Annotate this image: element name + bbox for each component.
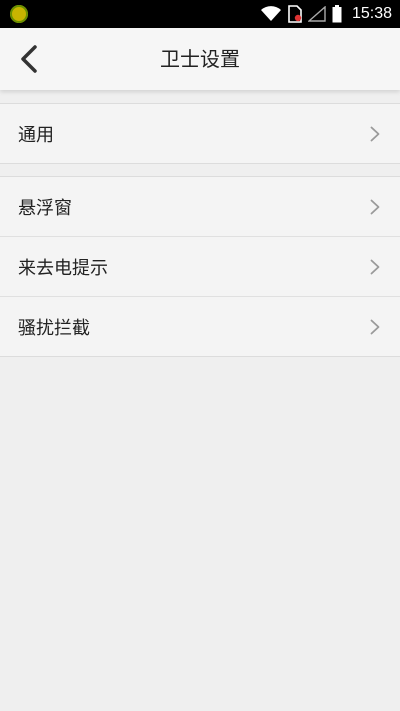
status-bar: 15:38 [0, 0, 400, 28]
sim-icon [288, 5, 302, 23]
settings-group-features: 悬浮窗 来去电提示 骚扰拦截 [0, 176, 400, 357]
chevron-right-icon [370, 199, 380, 214]
settings-item-harassment-block[interactable]: 骚扰拦截 [0, 296, 400, 356]
app-header: 卫士设置 [0, 28, 400, 90]
chevron-right-icon [370, 319, 380, 334]
signal-icon [307, 6, 326, 22]
settings-item-general[interactable]: 通用 [0, 104, 400, 163]
wifi-icon [260, 6, 281, 21]
app-notification-icon [10, 5, 28, 23]
page-title: 卫士设置 [160, 47, 240, 71]
settings-item-floating-window[interactable]: 悬浮窗 [0, 177, 400, 236]
settings-item-call-notification[interactable]: 来去电提示 [0, 236, 400, 296]
settings-item-label: 通用 [18, 124, 54, 146]
settings-group-general: 通用 [0, 103, 400, 164]
chevron-right-icon [370, 126, 380, 141]
settings-item-label: 来去电提示 [18, 257, 108, 279]
status-icons: 15:38 [260, 0, 392, 28]
settings-item-label: 悬浮窗 [18, 197, 72, 219]
chevron-right-icon [370, 259, 380, 274]
settings-item-label: 骚扰拦截 [18, 317, 90, 339]
battery-icon [332, 5, 342, 23]
status-time: 15:38 [351, 5, 392, 22]
